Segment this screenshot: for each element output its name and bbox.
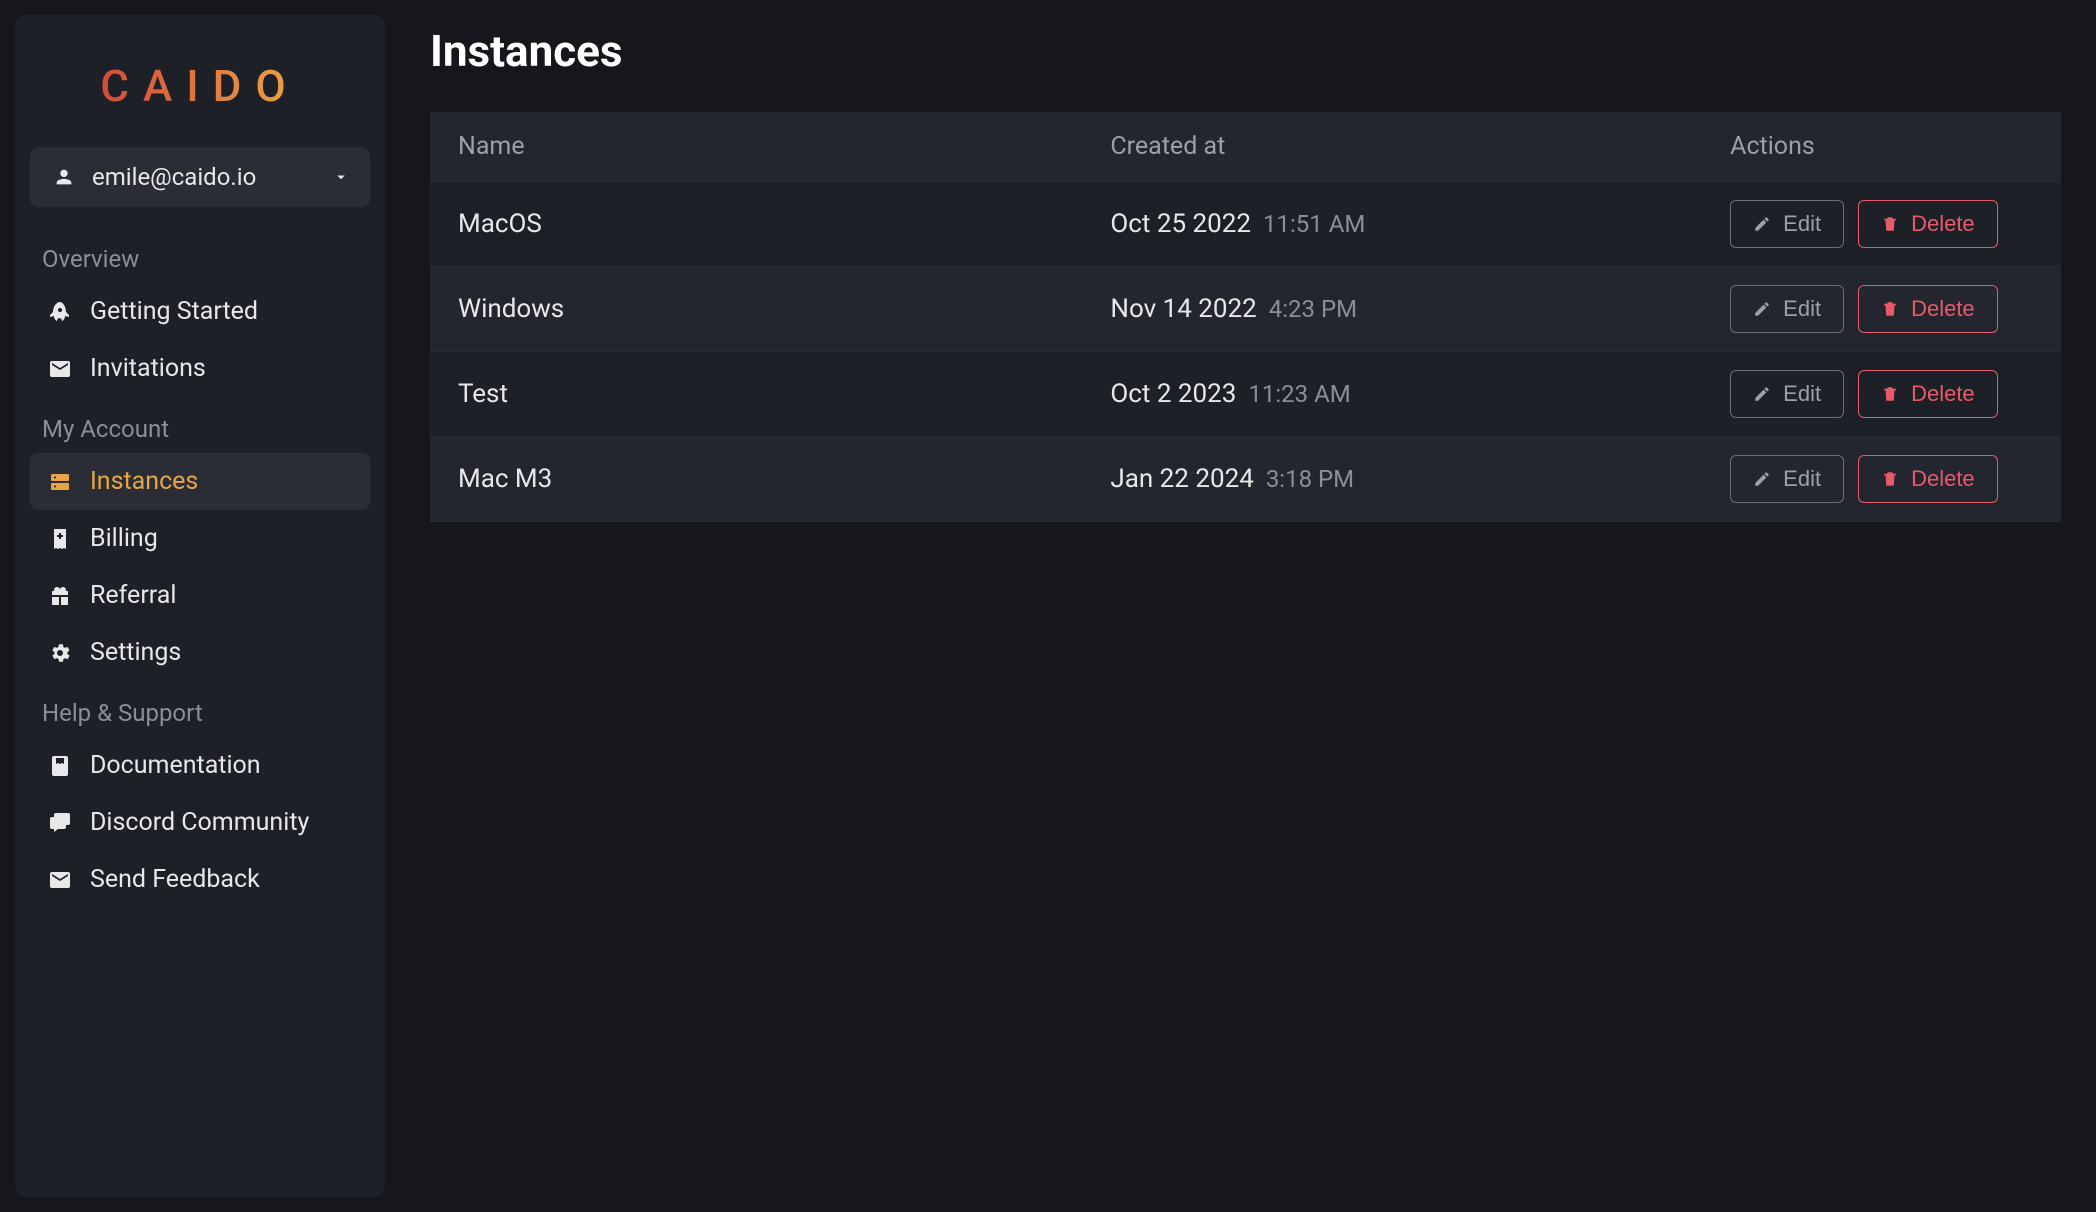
time-part: 3:18 PM (1266, 465, 1354, 493)
account-info: emile@caido.io (50, 163, 256, 191)
account-email: emile@caido.io (92, 163, 256, 191)
sidebar-item-label: Documentation (90, 751, 261, 780)
sidebar-item-billing[interactable]: Billing (30, 510, 370, 567)
edit-button[interactable]: Edit (1730, 200, 1844, 248)
pencil-icon (1753, 215, 1771, 233)
sidebar-item-label: Discord Community (90, 808, 309, 837)
sidebar-item-label: Send Feedback (90, 865, 260, 894)
instance-created: Oct 25 2022 11:51 AM (1082, 182, 1702, 267)
actions-cell: Edit Delete (1702, 437, 2061, 522)
edit-label: Edit (1783, 466, 1821, 492)
receipt-icon (46, 527, 74, 551)
sidebar-item-label: Billing (90, 524, 158, 553)
envelope-icon (46, 357, 74, 381)
delete-label: Delete (1911, 296, 1975, 322)
section-label: Overview (30, 235, 370, 283)
pencil-icon (1753, 385, 1771, 403)
delete-button[interactable]: Delete (1858, 200, 1998, 248)
date-part: Nov 14 2022 (1110, 294, 1256, 324)
delete-label: Delete (1911, 381, 1975, 407)
edit-button[interactable]: Edit (1730, 370, 1844, 418)
brand-text: CAIDO (100, 60, 299, 112)
sidebar: CAIDO emile@caido.io Overview Getting Sta… (15, 15, 385, 1197)
actions-cell: Edit Delete (1702, 182, 2061, 267)
instance-name: MacOS (430, 182, 1082, 267)
book-icon (46, 754, 74, 778)
sidebar-item-label: Settings (90, 638, 181, 667)
pencil-icon (1753, 470, 1771, 488)
column-header-created: Created at (1082, 112, 1702, 182)
trash-icon (1881, 385, 1899, 403)
edit-button[interactable]: Edit (1730, 455, 1844, 503)
brand-logo: CAIDO (30, 35, 370, 147)
delete-button[interactable]: Delete (1858, 285, 1998, 333)
table-row: Test Oct 2 2023 11:23 AM Edit Delete (430, 352, 2061, 437)
table-row: MacOS Oct 25 2022 11:51 AM Edit Delete (430, 182, 2061, 267)
actions-cell: Edit Delete (1702, 352, 2061, 437)
instance-created: Oct 2 2023 11:23 AM (1082, 352, 1702, 437)
sidebar-item-label: Getting Started (90, 297, 258, 326)
section-label: Help & Support (30, 689, 370, 737)
rocket-icon (46, 300, 74, 324)
sidebar-item-getting-started[interactable]: Getting Started (30, 283, 370, 340)
gift-icon (46, 584, 74, 608)
sidebar-item-label: Referral (90, 581, 176, 610)
trash-icon (1881, 470, 1899, 488)
sidebar-item-instances[interactable]: Instances (30, 453, 370, 510)
envelope-icon (46, 868, 74, 892)
sidebar-item-referral[interactable]: Referral (30, 567, 370, 624)
instance-created: Jan 22 2024 3:18 PM (1082, 437, 1702, 522)
sidebar-item-label: Invitations (90, 354, 206, 383)
table-row: Windows Nov 14 2022 4:23 PM Edit Delete (430, 267, 2061, 352)
chevron-down-icon (332, 168, 350, 186)
date-part: Oct 2 2023 (1110, 379, 1236, 409)
comments-icon (46, 811, 74, 835)
delete-button[interactable]: Delete (1858, 455, 1998, 503)
time-part: 11:23 AM (1248, 380, 1350, 408)
gears-icon (46, 641, 74, 665)
column-header-name: Name (430, 112, 1082, 182)
instances-table: Name Created at Actions MacOSOct 25 2022… (430, 112, 2061, 522)
trash-icon (1881, 300, 1899, 318)
page-title: Instances (430, 25, 2061, 77)
sidebar-item-discord-community[interactable]: Discord Community (30, 794, 370, 851)
edit-label: Edit (1783, 296, 1821, 322)
instance-name: Test (430, 352, 1082, 437)
sidebar-item-documentation[interactable]: Documentation (30, 737, 370, 794)
sidebar-item-label: Instances (90, 467, 198, 496)
delete-label: Delete (1911, 211, 1975, 237)
section-label: My Account (30, 405, 370, 453)
sidebar-item-settings[interactable]: Settings (30, 624, 370, 681)
pencil-icon (1753, 300, 1771, 318)
main-content: Instances Name Created at Actions MacOSO… (410, 15, 2081, 1197)
date-part: Jan 22 2024 (1110, 464, 1253, 494)
instance-name: Mac M3 (430, 437, 1082, 522)
time-part: 11:51 AM (1263, 210, 1365, 238)
delete-button[interactable]: Delete (1858, 370, 1998, 418)
date-part: Oct 25 2022 (1110, 209, 1251, 239)
table-header-row: Name Created at Actions (430, 112, 2061, 182)
sidebar-item-invitations[interactable]: Invitations (30, 340, 370, 397)
account-dropdown[interactable]: emile@caido.io (30, 147, 370, 207)
table-row: Mac M3 Jan 22 2024 3:18 PM Edit Delete (430, 437, 2061, 522)
sidebar-item-send-feedback[interactable]: Send Feedback (30, 851, 370, 908)
server-icon (46, 470, 74, 494)
user-icon (50, 166, 78, 188)
time-part: 4:23 PM (1269, 295, 1357, 323)
edit-button[interactable]: Edit (1730, 285, 1844, 333)
edit-label: Edit (1783, 211, 1821, 237)
column-header-actions: Actions (1702, 112, 2061, 182)
edit-label: Edit (1783, 381, 1821, 407)
delete-label: Delete (1911, 466, 1975, 492)
actions-cell: Edit Delete (1702, 267, 2061, 352)
instance-created: Nov 14 2022 4:23 PM (1082, 267, 1702, 352)
trash-icon (1881, 215, 1899, 233)
instance-name: Windows (430, 267, 1082, 352)
